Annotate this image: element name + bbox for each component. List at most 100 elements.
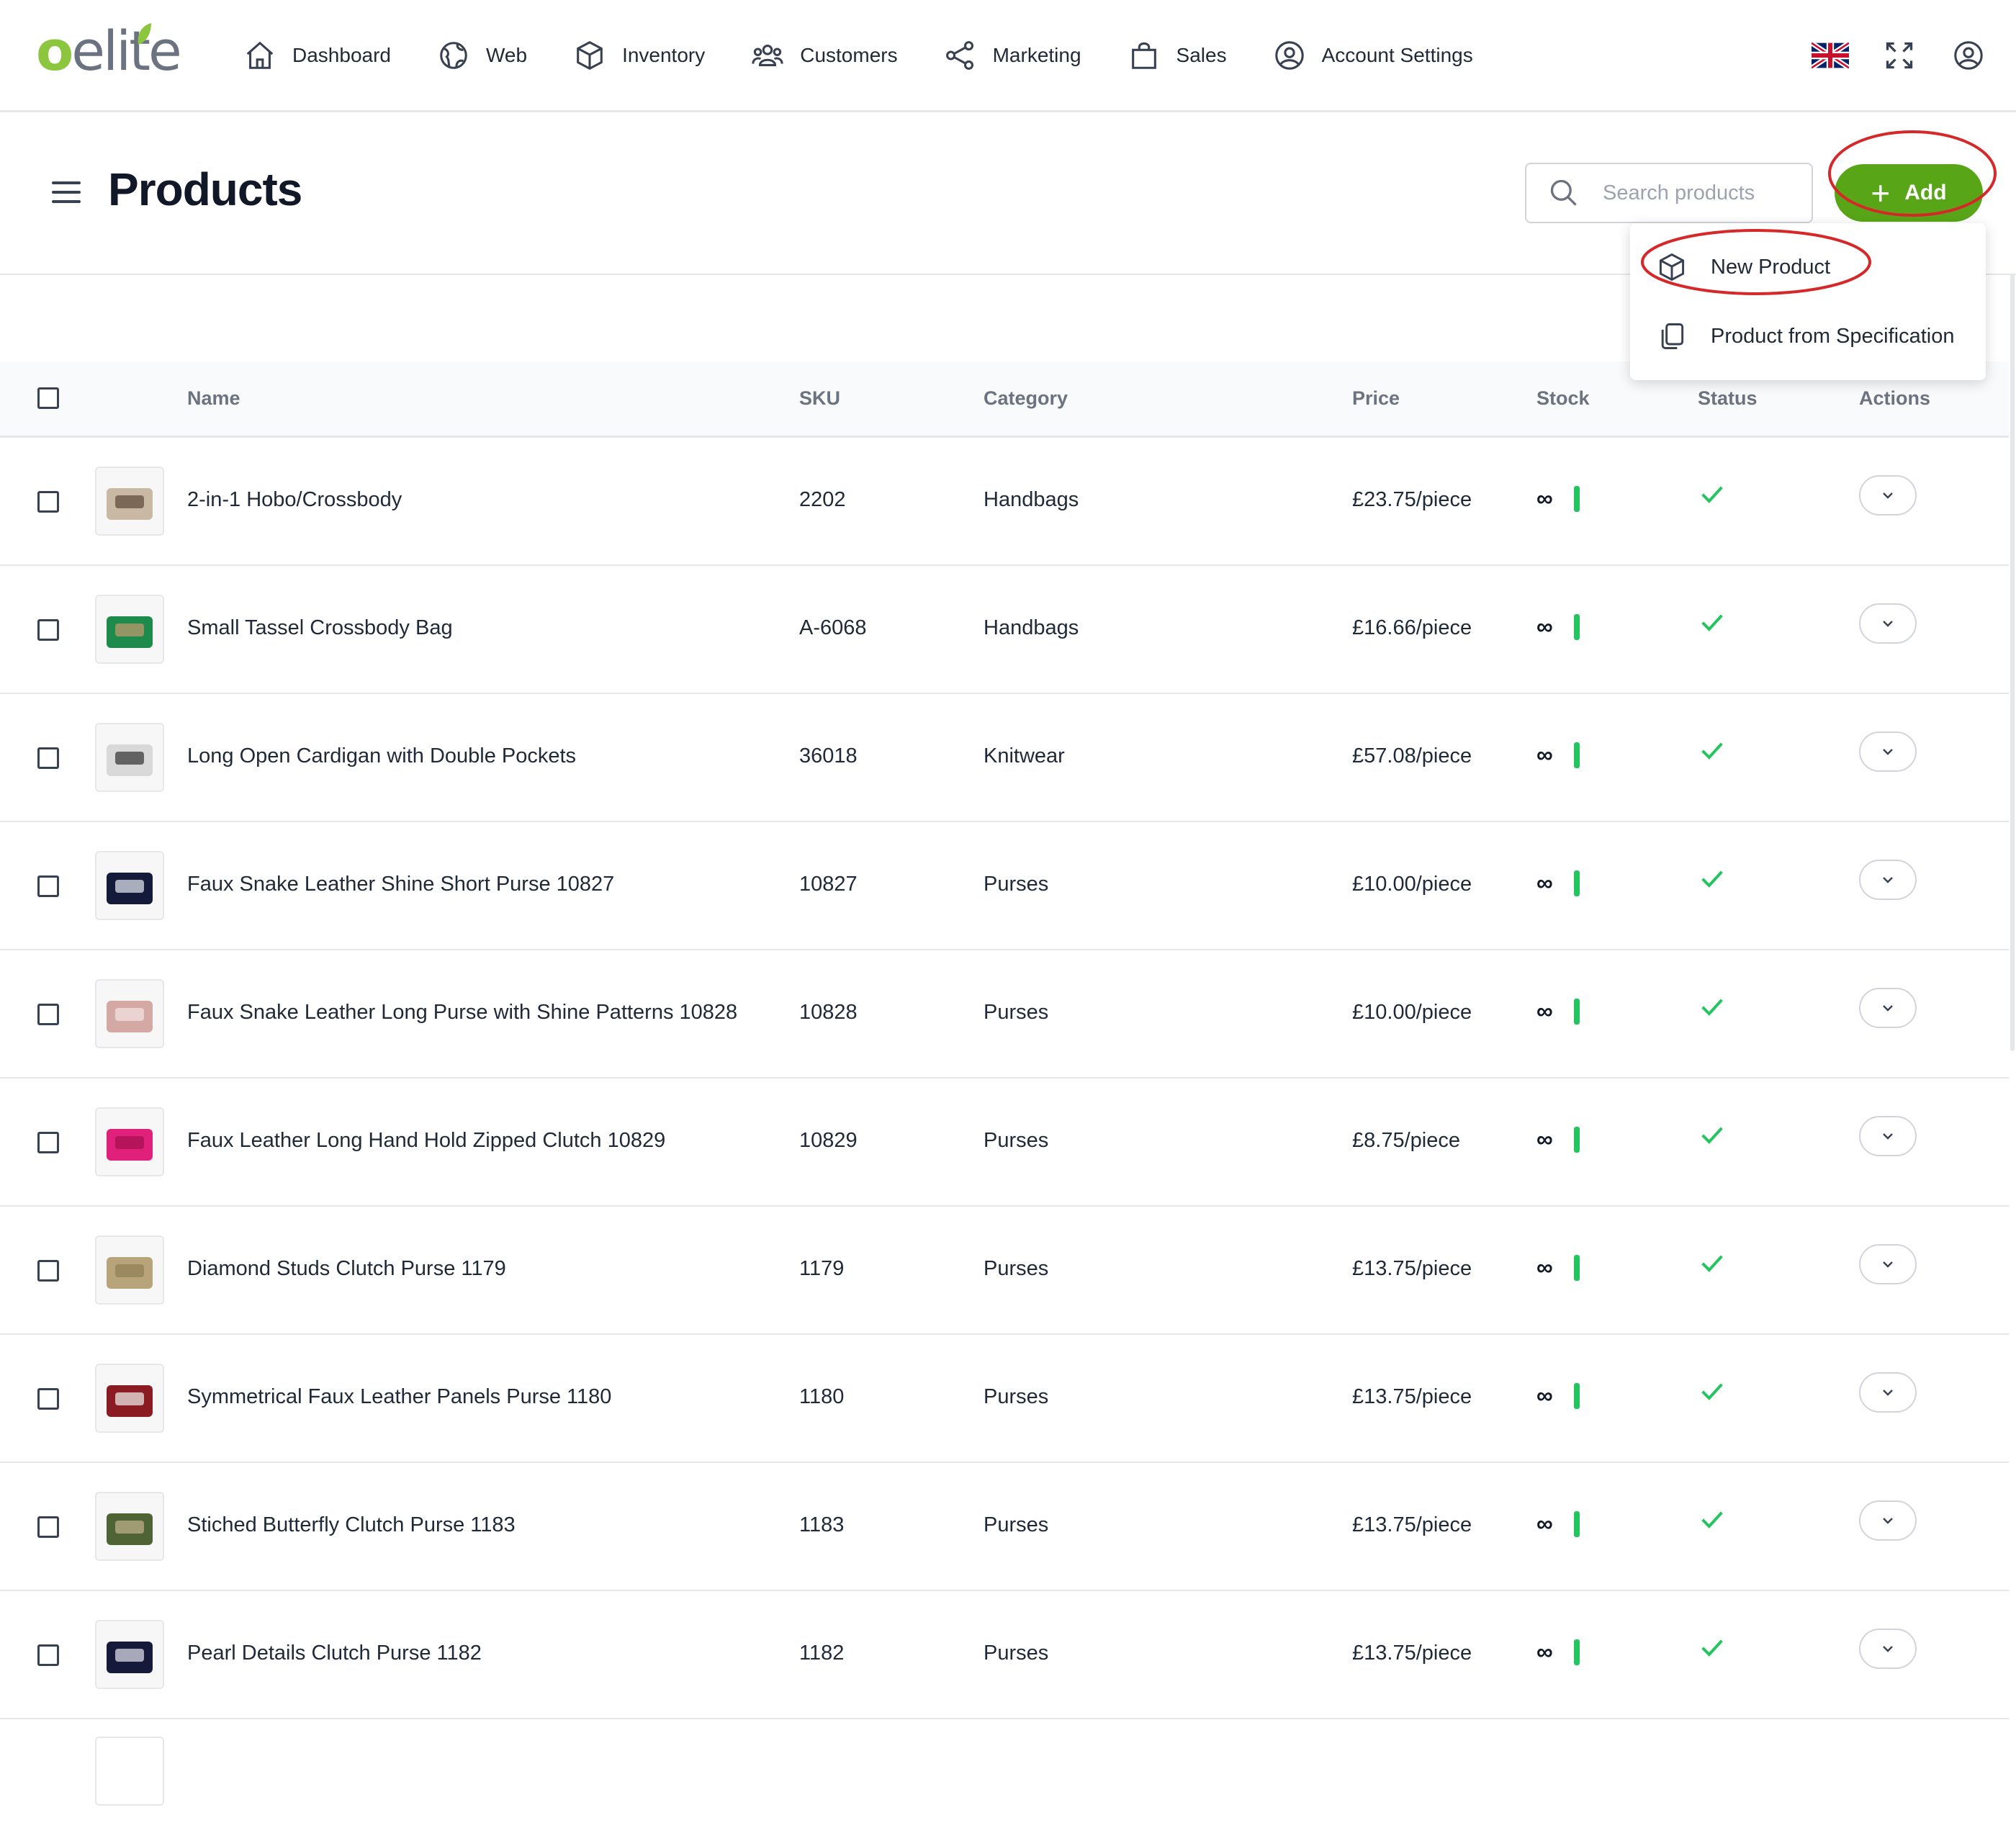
table-row[interactable]: Faux Leather Long Hand Hold Zipped Clutc… <box>0 1079 2009 1207</box>
product-name[interactable]: Diamond Studs Clutch Purse 1179 <box>187 1257 506 1281</box>
product-thumbnail[interactable] <box>95 723 164 792</box>
product-sku: 1182 <box>799 1642 845 1665</box>
product-thumbnail[interactable] <box>95 1364 164 1433</box>
row-checkbox[interactable] <box>37 747 59 769</box>
table-row[interactable]: Symmetrical Faux Leather Panels Purse 11… <box>0 1335 2009 1463</box>
row-actions-button[interactable] <box>1859 731 1917 772</box>
vertical-scrollbar[interactable] <box>2010 274 2015 1051</box>
nav-dashboard[interactable]: Dashboard <box>243 39 391 72</box>
nav-marketing[interactable]: Marketing <box>944 39 1081 72</box>
product-image <box>96 468 163 534</box>
stock-bar <box>1574 870 1580 896</box>
product-name[interactable]: Faux Snake Leather Shine Short Purse 108… <box>187 873 614 896</box>
product-thumbnail[interactable] <box>95 595 164 664</box>
row-checkbox[interactable] <box>37 1516 59 1538</box>
row-checkbox[interactable] <box>37 875 59 897</box>
elite-logo[interactable]: o elite <box>36 19 182 84</box>
product-thumbnail[interactable] <box>95 1620 164 1689</box>
stock-bar <box>1574 1510 1580 1537</box>
row-actions-button[interactable] <box>1859 1500 1917 1541</box>
stock-value: ∞ <box>1536 870 1553 896</box>
fullscreen-button[interactable] <box>1881 37 1918 74</box>
nav-account-settings[interactable]: Account Settings <box>1273 39 1473 72</box>
row-checkbox[interactable] <box>37 1260 59 1282</box>
row-actions-button[interactable] <box>1859 1372 1917 1413</box>
menu-toggle-icon[interactable] <box>52 181 81 203</box>
row-checkbox[interactable] <box>37 1644 59 1666</box>
nav-customers[interactable]: Customers <box>751 39 898 72</box>
stock-bar <box>1574 1126 1580 1153</box>
row-actions-button[interactable] <box>1859 603 1917 644</box>
menu-item-new-product[interactable]: New Product <box>1630 235 1986 300</box>
select-all-checkbox[interactable] <box>37 387 59 409</box>
product-name[interactable]: Faux Snake Leather Long Purse with Shine… <box>187 1001 737 1025</box>
table-row[interactable]: Faux Snake Leather Shine Short Purse 108… <box>0 822 2009 950</box>
stock-value: ∞ <box>1536 485 1553 511</box>
status-check-icon <box>1701 1127 1723 1144</box>
row-actions-button[interactable] <box>1859 1116 1917 1156</box>
stock-indicator: ∞ <box>1536 1639 1580 1665</box>
search-icon <box>1550 179 1577 206</box>
product-name[interactable]: Stiched Butterfly Clutch Purse 1183 <box>187 1513 516 1537</box>
menu-item-product-from-specification[interactable]: Product from Specification <box>1630 304 1986 369</box>
table-row[interactable]: Faux Snake Leather Long Purse with Shine… <box>0 950 2009 1079</box>
nav-sales[interactable]: Sales <box>1128 39 1227 72</box>
table-row[interactable]: Small Tassel Crossbody Bag A-6068 Handba… <box>0 566 2009 694</box>
product-thumbnail[interactable] <box>95 1737 164 1806</box>
nav-inventory[interactable]: Inventory <box>573 39 705 72</box>
row-checkbox[interactable] <box>37 1388 59 1410</box>
profile-button[interactable] <box>1950 37 1987 74</box>
globe-icon <box>440 41 467 69</box>
product-name[interactable]: Long Open Cardigan with Double Pockets <box>187 744 576 768</box>
product-thumbnail[interactable] <box>95 1235 164 1305</box>
product-name[interactable]: Pearl Details Clutch Purse 1182 <box>187 1642 482 1665</box>
product-thumbnail[interactable] <box>95 1492 164 1561</box>
stock-indicator: ∞ <box>1536 1126 1580 1153</box>
row-actions-button[interactable] <box>1859 475 1917 515</box>
row-checkbox[interactable] <box>37 491 59 513</box>
row-actions-button[interactable] <box>1859 1244 1917 1284</box>
chevron-down-icon <box>1883 1518 1893 1524</box>
row-actions-button[interactable] <box>1859 860 1917 900</box>
table-row[interactable]: Diamond Studs Clutch Purse 1179 1179 Pur… <box>0 1207 2009 1335</box>
search-input[interactable] <box>1601 180 1806 206</box>
column-header-stock[interactable]: Stock <box>1536 387 1590 410</box>
product-name[interactable]: Small Tassel Crossbody Bag <box>187 616 453 640</box>
product-name[interactable]: 2-in-1 Hobo/Crossbody <box>187 488 402 512</box>
row-checkbox[interactable] <box>37 619 59 641</box>
product-price: £16.66/piece <box>1352 616 1472 639</box>
product-thumbnail[interactable] <box>95 979 164 1048</box>
stock-indicator: ∞ <box>1536 613 1580 640</box>
product-thumbnail[interactable] <box>95 467 164 536</box>
chevron-down-icon <box>1883 877 1893 883</box>
table-row[interactable]: 2-in-1 Hobo/Crossbody 2202 Handbags £23.… <box>0 438 2009 566</box>
product-sku: A-6068 <box>799 616 867 639</box>
column-header-price[interactable]: Price <box>1352 387 1400 410</box>
status-check-icon <box>1701 1255 1723 1272</box>
table-row[interactable]: Long Open Cardigan with Double Pockets 3… <box>0 694 2009 822</box>
product-thumbnail[interactable] <box>95 1107 164 1176</box>
product-name[interactable]: Faux Leather Long Hand Hold Zipped Clutc… <box>187 1129 665 1153</box>
column-header-status[interactable]: Status <box>1698 387 1758 410</box>
product-name[interactable]: Symmetrical Faux Leather Panels Purse 11… <box>187 1385 611 1409</box>
product-price: £13.75/piece <box>1352 1513 1472 1536</box>
product-thumbnail[interactable] <box>95 851 164 920</box>
column-header-category[interactable]: Category <box>984 387 1068 410</box>
column-header-name[interactable]: Name <box>187 387 240 410</box>
row-actions-button[interactable] <box>1859 988 1917 1028</box>
stock-indicator: ∞ <box>1536 1254 1580 1281</box>
product-image <box>96 1621 163 1688</box>
column-header-sku[interactable]: SKU <box>799 387 840 410</box>
status-check-icon <box>1701 1383 1723 1400</box>
row-checkbox[interactable] <box>37 1004 59 1025</box>
row-checkbox[interactable] <box>37 1132 59 1153</box>
chevron-down-icon <box>1883 621 1893 627</box>
table-row[interactable]: Pearl Details Clutch Purse 1182 1182 Pur… <box>0 1591 2009 1719</box>
search-box[interactable] <box>1525 163 1813 223</box>
language-selector[interactable] <box>1812 37 1849 74</box>
table-row[interactable]: Stiched Butterfly Clutch Purse 1183 1183… <box>0 1463 2009 1591</box>
nav-web[interactable]: Web <box>437 39 527 72</box>
product-sku: 1183 <box>799 1513 845 1536</box>
chevron-down-icon <box>1883 749 1893 755</box>
row-actions-button[interactable] <box>1859 1629 1917 1669</box>
